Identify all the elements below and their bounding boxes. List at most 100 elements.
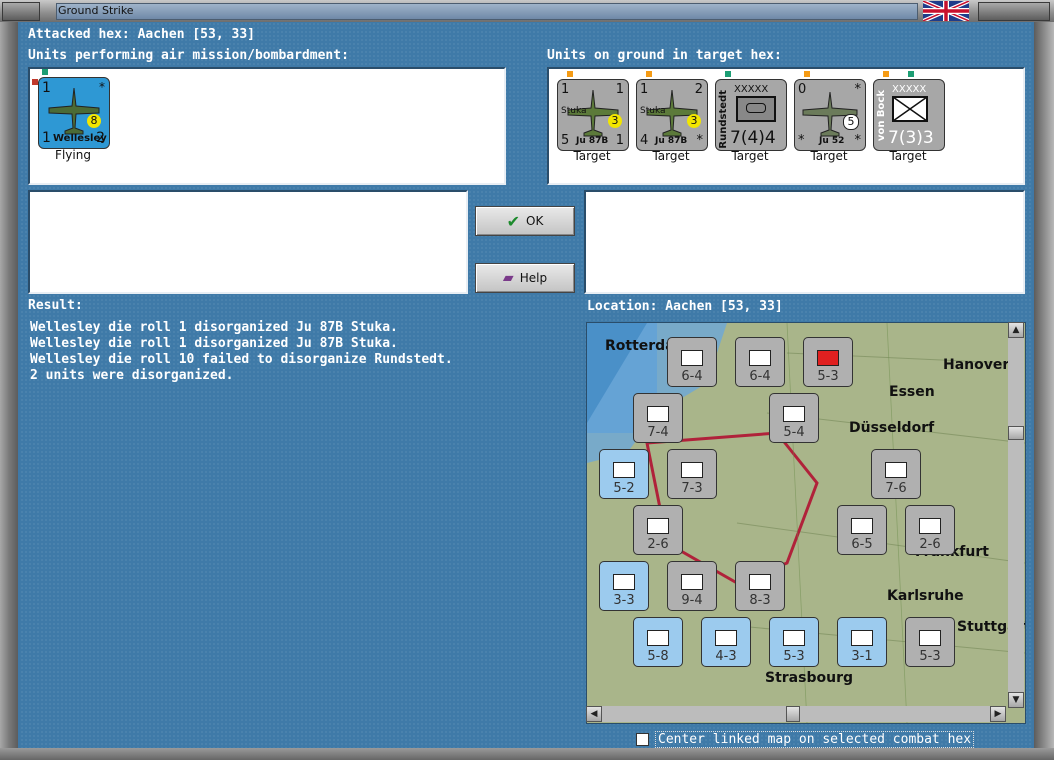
unit-value-br: * — [696, 133, 704, 148]
unit-name: Ju 52 — [819, 136, 845, 146]
unit-value-bl: 4 — [640, 133, 649, 148]
map-unit-counter[interactable]: 3-1 — [837, 617, 887, 667]
unit-name: Ju 87B — [576, 136, 609, 146]
unit-size: XXXXX — [892, 84, 927, 95]
tactical-map[interactable]: Rotterdam Hanover Essen Düsseldorf Frank… — [586, 322, 1026, 724]
unit-value-br: * — [854, 133, 862, 148]
infantry-symbol-icon — [892, 96, 928, 122]
window-menu-button[interactable] — [2, 2, 40, 21]
unit-badge: 8 — [87, 114, 101, 128]
ground-unit-counter[interactable]: 0 * * * Ju 52 5 — [794, 79, 866, 151]
map-unit-counter[interactable]: 7-4 — [633, 393, 683, 443]
checkmark-icon: ✔ — [506, 211, 521, 231]
title-bar-track — [56, 3, 918, 20]
scroll-thumb[interactable] — [786, 706, 800, 722]
unit-badge: 3 — [687, 114, 701, 128]
map-unit-counter[interactable]: 5-4 — [769, 393, 819, 443]
ground-unit-counter[interactable]: 1 2 Stuka 4 * Ju 87B 3 — [636, 79, 708, 151]
scroll-down-icon[interactable]: ▼ — [1008, 692, 1024, 708]
center-map-option[interactable]: Center linked map on selected combat hex — [636, 731, 975, 748]
unit-badge: 5 — [843, 114, 859, 130]
dialog-body: Attacked hex: Aachen [53, 33] Units perf… — [20, 22, 1032, 748]
air-units-label: Units performing air mission/bombardment… — [28, 48, 349, 63]
ground-unit-counter[interactable]: 1 1 Stuka 5 1 Ju 87B 3 — [557, 79, 629, 151]
ground-unit-counter[interactable]: XXXXX Rundstedt 7(4)4 — [715, 79, 787, 151]
map-unit-counter[interactable]: 4-3 — [701, 617, 751, 667]
map-unit-counter[interactable]: 5-3 — [803, 337, 853, 387]
map-unit-counter[interactable]: 5-3 — [769, 617, 819, 667]
ground-details-panel — [584, 190, 1025, 294]
status-marker — [646, 71, 652, 77]
center-map-label: Center linked map on selected combat hex — [655, 731, 975, 748]
map-unit-counter[interactable]: 6-4 — [735, 337, 785, 387]
unit-strength: 7(4)4 — [730, 128, 776, 148]
status-marker — [804, 71, 810, 77]
unit-value-tr: 2 — [694, 82, 703, 97]
map-unit-counter[interactable]: 5-2 — [599, 449, 649, 499]
unit-size: XXXXX — [734, 84, 769, 95]
result-line: Wellesley die roll 1 disorganized Ju 87B… — [30, 320, 398, 335]
unit-value-bl: 1 — [42, 130, 51, 146]
center-map-checkbox[interactable] — [636, 733, 649, 746]
map-unit-counter[interactable]: 3-3 — [599, 561, 649, 611]
unit-value-tl: 1 — [42, 80, 51, 96]
union-jack-flag-icon — [923, 1, 969, 21]
result-line: Wellesley die roll 1 disorganized Ju 87B… — [30, 336, 398, 351]
status-marker — [42, 69, 48, 75]
title-bar[interactable]: Ground Strike — [0, 0, 1054, 22]
window-title: Ground Strike — [58, 4, 134, 17]
unit-value-tl: 0 — [798, 82, 807, 97]
map-unit-counter[interactable]: 9-4 — [667, 561, 717, 611]
result-line: 2 units were disorganized. — [30, 368, 234, 383]
map-unit-counter[interactable]: 2-6 — [633, 505, 683, 555]
help-button[interactable]: ▰ Help — [475, 263, 575, 293]
ok-label: OK — [526, 214, 544, 228]
unit-name: von Bock — [876, 90, 887, 142]
unit-value-tl: 1 — [561, 82, 570, 97]
status-marker — [883, 71, 889, 77]
map-unit-counter[interactable]: 2-6 — [905, 505, 955, 555]
unit-caption: Target — [573, 149, 611, 163]
status-marker — [725, 71, 731, 77]
ground-unit-counter[interactable]: XXXXX von Bock 7(3)3 — [873, 79, 945, 151]
unit-value-tl: 1 — [640, 82, 649, 97]
unit-name: Wellesley — [53, 133, 107, 144]
help-book-icon: ▰ — [502, 270, 514, 286]
unit-name: Rundstedt — [718, 90, 729, 149]
scroll-right-icon[interactable]: ▶ — [990, 706, 1006, 722]
map-unit-counter[interactable]: 5-8 — [633, 617, 683, 667]
map-unit-counter[interactable]: 6-4 — [667, 337, 717, 387]
unit-star: * — [99, 80, 105, 94]
attacked-hex-label: Attacked hex: Aachen [53, 33] — [28, 27, 255, 42]
map-city-label: Düsseldorf — [849, 420, 935, 436]
scroll-up-icon[interactable]: ▲ — [1008, 322, 1024, 338]
window-frame-right — [1034, 22, 1054, 760]
unit-caption: Target — [810, 149, 848, 163]
unit-caption: Target — [731, 149, 769, 163]
window-frame-bottom — [0, 748, 1054, 760]
scroll-thumb[interactable] — [1008, 426, 1024, 440]
unit-tag: Stuka — [640, 106, 666, 116]
unit-caption: Flying — [55, 148, 91, 162]
map-unit-counter[interactable]: 8-3 — [735, 561, 785, 611]
location-label: Location: Aachen [53, 33] — [587, 299, 783, 314]
map-unit-counter[interactable]: 7-3 — [667, 449, 717, 499]
map-city-label: Strasbourg — [765, 670, 853, 686]
unit-caption: Target — [889, 149, 927, 163]
help-label: Help — [519, 271, 548, 285]
ok-button[interactable]: ✔ OK — [475, 206, 575, 236]
map-vertical-scrollbar[interactable]: ▲ ▼ — [1008, 322, 1024, 708]
window-close-button[interactable] — [978, 2, 1050, 21]
unit-name: Ju 87B — [655, 136, 688, 146]
map-unit-counter[interactable]: 6-5 — [837, 505, 887, 555]
air-unit-counter[interactable]: 1 * 1 2 Wellesley 8 — [38, 77, 110, 149]
unit-value-bl: 5 — [561, 133, 570, 148]
result-line: Wellesley die roll 10 failed to disorgan… — [30, 352, 453, 367]
map-unit-counter[interactable]: 5-3 — [905, 617, 955, 667]
map-horizontal-scrollbar[interactable]: ◀ ▶ — [586, 706, 1006, 722]
unit-value-tr: * — [854, 82, 862, 97]
unit-value-br: 1 — [615, 133, 624, 148]
status-marker — [908, 71, 914, 77]
scroll-left-icon[interactable]: ◀ — [586, 706, 602, 722]
map-unit-counter[interactable]: 7-6 — [871, 449, 921, 499]
